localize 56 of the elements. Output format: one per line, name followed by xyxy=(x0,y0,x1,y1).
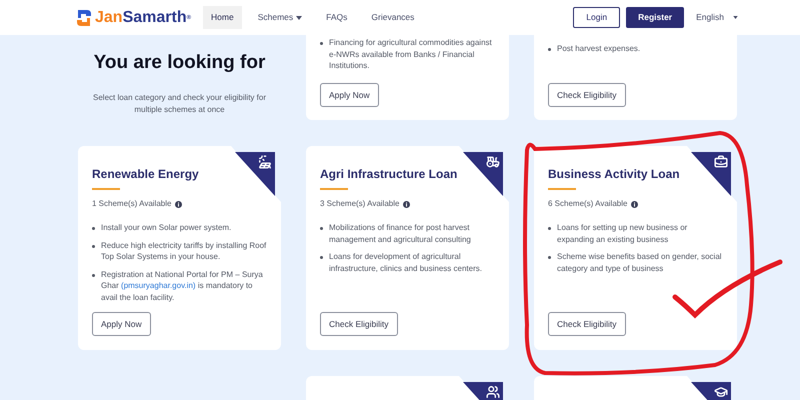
scheme-count: 1 Scheme(s) Available xyxy=(92,198,172,210)
card-title: Agri Infrastructure Loan xyxy=(320,166,458,183)
nav-link[interactable]: Home xyxy=(203,6,242,29)
bullet-icon xyxy=(320,256,323,259)
bullet-text: Reduce high electricity tariffs by installing Roof Top Solar Systems in your house. xyxy=(101,240,267,262)
bullet-icon xyxy=(92,274,95,276)
nav-link[interactable]: Schemes xyxy=(250,6,310,29)
brand-name: JanSamarth$^{®}$ xyxy=(95,10,192,26)
bullet-text: Financing for agricultural commodities against e-NWRs available from Banks / Financial Institutions. xyxy=(329,37,493,72)
bullet-text: Mobilizations of finance for post harvest management and agricultural consulting xyxy=(329,222,472,245)
info-icon[interactable] xyxy=(631,200,638,208)
graduation-cap-icon xyxy=(714,385,728,399)
language-select[interactable]: English xyxy=(696,11,738,24)
check-eligibility-button[interactable]: Check Eligibility xyxy=(548,83,626,107)
login-button[interactable]: Login xyxy=(573,7,620,28)
scheme-count: 3 Scheme(s) Available xyxy=(320,198,400,210)
caret-icon xyxy=(733,16,738,19)
bullet-text: Scheme wise benefits based on gender, social category and type of business xyxy=(557,251,723,274)
card-title: Business Activity Loan xyxy=(548,166,681,183)
tractor-icon xyxy=(486,155,500,169)
apply-now-button[interactable]: Apply Now xyxy=(92,312,151,336)
section-subtitle: Select loan category and check your eligibility for multiple schemes at once xyxy=(92,92,267,116)
info-icon[interactable] xyxy=(175,200,182,208)
corner-ribbon xyxy=(459,146,509,202)
bullet-text: Install your own Solar power system. xyxy=(101,222,232,234)
register-button[interactable]: Register xyxy=(626,7,684,28)
bullet-text: Registration at National Portal for PM – Surya Ghar (pmsuryaghar.gov.in) is mandatory to avail the loan facility. xyxy=(101,268,264,303)
corner-ribbon xyxy=(231,146,281,202)
title-underline xyxy=(92,188,120,190)
nav-link[interactable]: FAQs xyxy=(318,6,356,29)
check-eligibility-button[interactable]: Check Eligibility xyxy=(320,312,398,336)
briefcase-icon xyxy=(714,155,728,169)
logo-icon xyxy=(75,8,93,28)
bullet-icon xyxy=(92,244,95,248)
bullet-text: Loans for setting up new business or expanding an existing business xyxy=(557,222,688,245)
bullet-icon xyxy=(548,227,551,230)
bullet-icon xyxy=(548,256,551,259)
scheme-count: 6 Scheme(s) Available xyxy=(548,198,628,210)
bullet-text: Post harvest expenses. xyxy=(557,43,640,54)
card-title: Renewable Energy xyxy=(92,166,200,183)
portal-link[interactable]: (pmsuryaghar.gov.in) xyxy=(121,281,196,290)
title-underline xyxy=(548,188,576,190)
apply-now-button[interactable]: Apply Now xyxy=(320,83,379,107)
bullet-icon xyxy=(320,42,323,45)
nav-link[interactable]: Grievances xyxy=(363,6,422,29)
corner-ribbon xyxy=(687,146,737,202)
solar-panel-icon xyxy=(258,155,272,169)
bullet-icon xyxy=(320,227,323,230)
check-eligibility-button[interactable]: Check Eligibility xyxy=(548,312,626,336)
bullet-icon xyxy=(548,48,551,51)
section-title: You are looking for xyxy=(94,51,266,75)
bullet-icon xyxy=(92,227,95,230)
title-underline xyxy=(320,188,348,190)
info-icon[interactable] xyxy=(403,200,410,208)
people-icon xyxy=(486,385,500,399)
bullet-text: Loans for development of agricultural infrastructure, clinics and business centers. xyxy=(329,251,483,274)
